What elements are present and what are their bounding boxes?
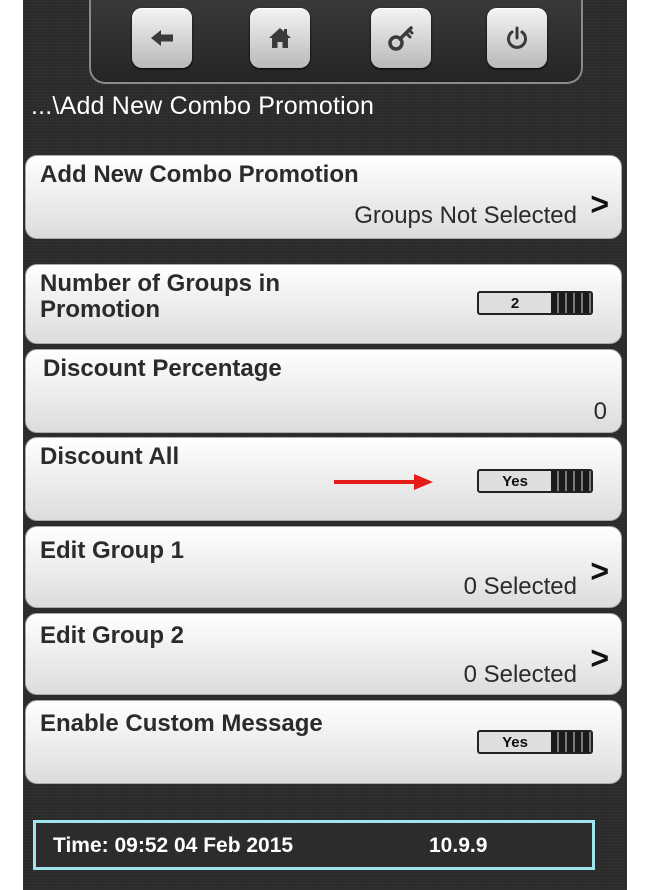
custom-message-toggle[interactable]: Yes — [477, 730, 593, 754]
grip-handle-icon — [551, 293, 591, 313]
toggle-value: Yes — [502, 472, 528, 490]
back-arrow-icon — [151, 30, 173, 46]
annotation-arrow-icon — [334, 474, 433, 490]
discount-percentage-row[interactable]: Discount Percentage 0 — [25, 349, 622, 433]
power-button[interactable] — [487, 8, 547, 68]
home-button[interactable] — [250, 8, 310, 68]
discount-all-toggle[interactable]: Yes — [477, 469, 593, 493]
enable-custom-message-row[interactable]: Enable Custom Message Yes — [25, 700, 622, 784]
key-icon — [388, 26, 414, 51]
chevron-right-icon: > — [590, 640, 609, 676]
row-value: Groups Not Selected — [354, 202, 577, 229]
chevron-right-icon: > — [590, 553, 609, 589]
grip-handle-icon — [551, 732, 591, 752]
row-value: 0 — [593, 398, 607, 425]
row-title: Number of Groups in Promotion — [40, 271, 280, 323]
add-new-combo-row[interactable]: Add New Combo Promotion Groups Not Selec… — [25, 155, 622, 239]
row-title-line: Promotion — [40, 296, 160, 323]
number-of-groups-stepper[interactable]: 2 — [477, 291, 593, 315]
row-title-line: Number of Groups in — [40, 270, 280, 297]
number-of-groups-row[interactable]: Number of Groups in Promotion 2 — [25, 264, 622, 344]
chevron-right-icon: > — [590, 186, 609, 222]
power-icon — [507, 26, 527, 49]
back-button[interactable] — [132, 8, 192, 68]
row-value: 0 Selected — [463, 661, 577, 688]
toggle-value: Yes — [502, 733, 528, 751]
grip-handle-icon — [551, 471, 591, 491]
row-title: Discount All — [40, 443, 180, 470]
home-icon — [269, 28, 291, 48]
status-version: 10.9.9 — [429, 834, 488, 857]
row-title: Edit Group 1 — [40, 537, 184, 564]
breadcrumb: ...\Add New Combo Promotion — [31, 92, 375, 120]
row-title: Discount Percentage — [43, 355, 282, 382]
edit-group-2-row[interactable]: Edit Group 2 0 Selected > — [25, 613, 622, 695]
discount-all-row[interactable]: Discount All Yes — [25, 437, 622, 521]
row-title: Edit Group 2 — [40, 622, 184, 649]
stepper-value: 2 — [510, 294, 520, 312]
row-title: Enable Custom Message — [40, 710, 323, 737]
edit-group-1-row[interactable]: Edit Group 1 0 Selected > — [25, 526, 622, 608]
screen: ...\Add New Combo Promotion Add New Comb… — [23, 0, 627, 890]
key-button[interactable] — [371, 8, 431, 68]
status-bar: Time: 09:52 04 Feb 2015 10.9.9 — [33, 820, 595, 870]
toolbar — [89, 0, 583, 84]
status-time: Time: 09:52 04 Feb 2015 — [53, 834, 294, 857]
row-value: 0 Selected — [463, 573, 577, 600]
row-title: Add New Combo Promotion — [40, 161, 359, 188]
